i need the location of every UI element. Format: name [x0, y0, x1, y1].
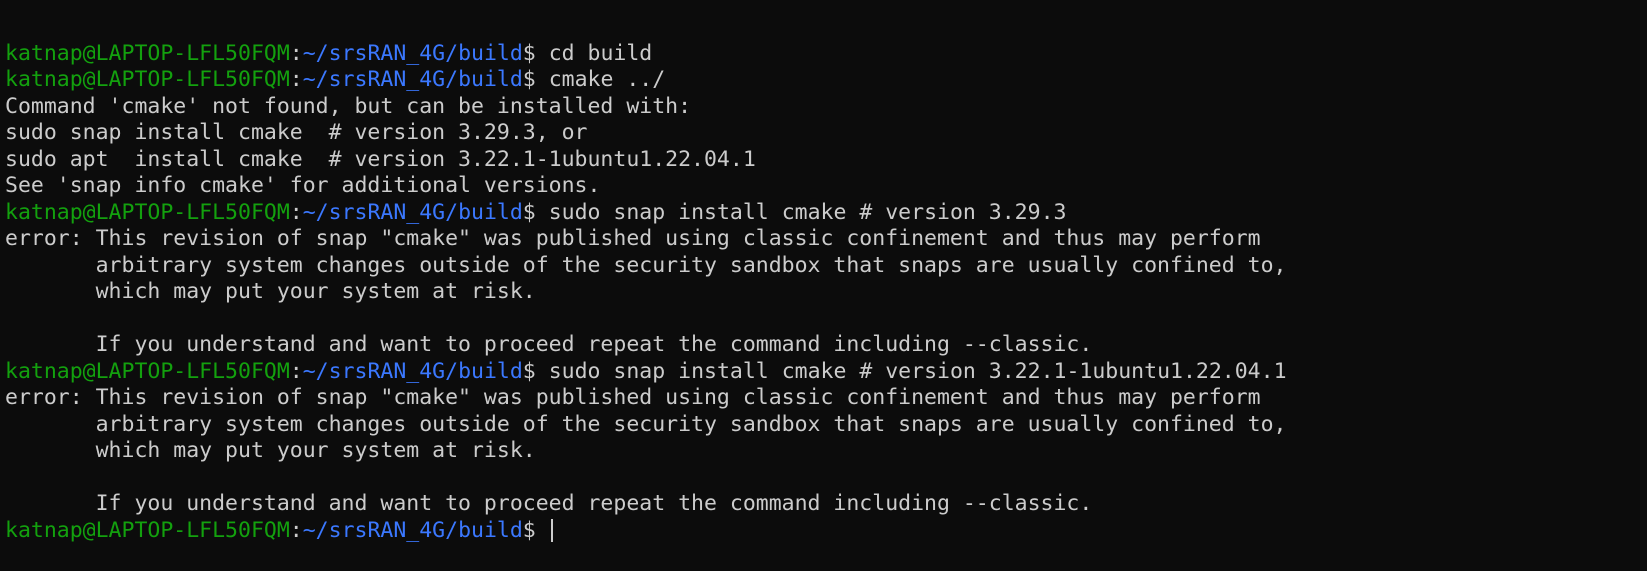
- prompt-symbol: $: [522, 67, 536, 92]
- command-text: [536, 518, 549, 543]
- prompt-line: katnap@LAPTOP-LFL50FQM:~/srsRAN_4G/build…: [0, 359, 1647, 386]
- command-text: sudo snap install cmake # version 3.22.1…: [535, 358, 1287, 384]
- text-cursor: [550, 518, 553, 542]
- output-text: See 'snap info cmake' for additional ver…: [5, 173, 601, 198]
- prompt-line: katnap@LAPTOP-LFL50FQM:~/srsRAN_4G/build…: [0, 67, 1647, 94]
- output-text: arbitrary system changes outside of the …: [5, 411, 1287, 437]
- terminal-output: katnap@LAPTOP-LFL50FQM:~/srsRAN_4G/build…: [0, 41, 1647, 545]
- prompt-path: ~/srsRAN_4G/build: [302, 67, 523, 92]
- output-text: Command 'cmake' not found, but can be in…: [5, 93, 692, 119]
- prompt-user: katnap@LAPTOP-LFL50FQM: [5, 40, 290, 66]
- output-line: Command 'cmake' not found, but can be in…: [0, 94, 1647, 121]
- prompt-line: katnap@LAPTOP-LFL50FQM:~/srsRAN_4G/build…: [0, 200, 1647, 227]
- output-text: which may put your system at risk.: [5, 279, 536, 304]
- terminal-window[interactable]: katnap@LAPTOP-LFL50FQM:~/srsRAN_4G/build…: [0, 0, 1647, 571]
- prompt-path: ~/srsRAN_4G/build: [302, 40, 523, 66]
- output-line: which may put your system at risk.: [0, 438, 1647, 465]
- output-line: sudo apt install cmake # version 3.22.1-…: [0, 147, 1647, 174]
- output-line: If you understand and want to proceed re…: [0, 332, 1647, 359]
- output-text: sudo apt install cmake # version 3.22.1-…: [5, 146, 756, 172]
- prompt-user: katnap@LAPTOP-LFL50FQM: [5, 517, 290, 543]
- command-text: cd build: [535, 40, 653, 66]
- output-line: If you understand and want to proceed re…: [0, 491, 1647, 518]
- prompt-line: katnap@LAPTOP-LFL50FQM:~/srsRAN_4G/build…: [0, 41, 1647, 68]
- prompt-path: ~/srsRAN_4G/build: [302, 517, 523, 543]
- prompt-user: katnap@LAPTOP-LFL50FQM: [5, 67, 290, 92]
- output-line: See 'snap info cmake' for additional ver…: [0, 173, 1647, 200]
- prompt-line: katnap@LAPTOP-LFL50FQM:~/srsRAN_4G/build…: [0, 518, 1647, 545]
- prompt-separator: :: [289, 199, 303, 225]
- output-line: sudo snap install cmake # version 3.29.3…: [0, 120, 1647, 147]
- prompt-separator: :: [289, 517, 303, 543]
- prompt-path: ~/srsRAN_4G/build: [302, 358, 523, 384]
- prompt-symbol: $: [522, 517, 536, 543]
- output-line: arbitrary system changes outside of the …: [0, 412, 1647, 439]
- output-text: sudo snap install cmake # version 3.29.3…: [5, 120, 588, 145]
- output-text: which may put your system at risk.: [5, 438, 536, 463]
- prompt-user: katnap@LAPTOP-LFL50FQM: [5, 199, 290, 225]
- output-line: error: This revision of snap "cmake" was…: [0, 385, 1647, 412]
- output-text: If you understand and want to proceed re…: [5, 491, 1093, 516]
- prompt-path: ~/srsRAN_4G/build: [302, 199, 523, 225]
- prompt-symbol: $: [522, 199, 536, 225]
- output-text: error: This revision of snap "cmake" was…: [5, 226, 1261, 251]
- prompt-user: katnap@LAPTOP-LFL50FQM: [5, 358, 290, 384]
- command-text: sudo snap install cmake # version 3.29.3: [535, 199, 1067, 225]
- output-text: If you understand and want to proceed re…: [5, 332, 1093, 357]
- prompt-separator: :: [289, 40, 303, 66]
- prompt-separator: :: [289, 358, 303, 384]
- output-line: arbitrary system changes outside of the …: [0, 253, 1647, 280]
- output-line: which may put your system at risk.: [0, 279, 1647, 306]
- prompt-symbol: $: [522, 358, 536, 384]
- prompt-symbol: $: [522, 40, 536, 66]
- output-line: error: This revision of snap "cmake" was…: [0, 226, 1647, 253]
- command-text: cmake ../: [535, 67, 666, 92]
- prompt-separator: :: [289, 67, 303, 92]
- output-text: arbitrary system changes outside of the …: [5, 252, 1287, 278]
- output-text: error: This revision of snap "cmake" was…: [5, 385, 1261, 410]
